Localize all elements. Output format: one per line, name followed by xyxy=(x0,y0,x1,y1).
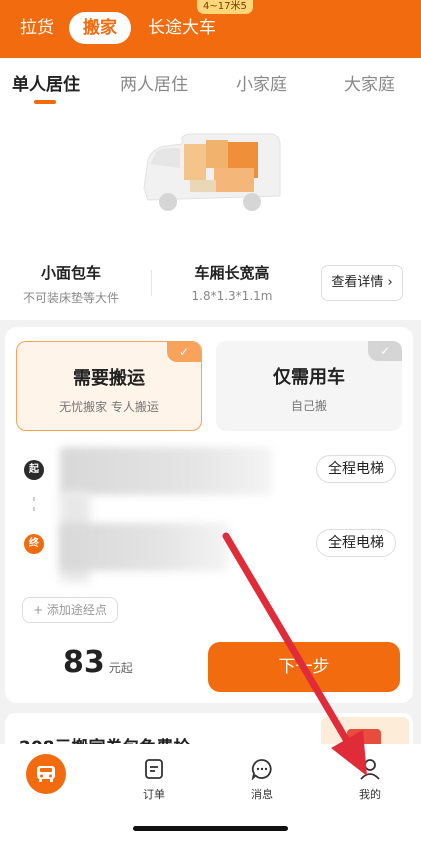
user-icon xyxy=(360,759,380,780)
tab-moving[interactable]: 搬家 xyxy=(69,12,131,44)
tab-long-distance[interactable]: 长途大车 xyxy=(148,12,216,44)
option-subtitle: 无忧搬家 专人搬运 xyxy=(59,400,159,414)
price-unit: 元起 xyxy=(108,661,133,675)
start-elevator-button[interactable]: 全程电梯 xyxy=(316,455,396,483)
tab-couple[interactable]: 两人居住 xyxy=(120,70,188,95)
start-address-input[interactable] xyxy=(60,447,272,495)
top-service-bar: 拉货 搬家 长途大车 4~17米5 xyxy=(0,0,421,58)
divider xyxy=(151,270,152,296)
order-card: ✓ 需要搬运 无忧搬家 专人搬运 ✓ 仅需用车 自己搬 起 终 全程电梯 全程电… xyxy=(5,327,413,703)
end-address-input[interactable] xyxy=(60,523,228,571)
end-marker-icon: 终 xyxy=(24,534,44,554)
vehicle-section: 小面包车 不可装床垫等大件 车厢长宽高 1.8*1.3*1.1m 查看详情 › xyxy=(0,108,421,320)
start-marker-icon: 起 xyxy=(24,460,44,480)
order-icon xyxy=(145,759,163,779)
nav-label: 我的 xyxy=(359,788,381,801)
nav-orders[interactable]: 订单 xyxy=(124,752,184,802)
view-details-button[interactable]: 查看详情 › xyxy=(321,265,403,301)
vehicle-type: 小面包车 不可装床垫等大件 xyxy=(12,262,130,306)
active-tab-indicator xyxy=(34,100,56,104)
price-amount: 83 xyxy=(63,645,105,680)
tab-large-family[interactable]: 大家庭 xyxy=(344,70,395,95)
nav-messages[interactable]: 消息 xyxy=(232,752,292,802)
tab-freight[interactable]: 拉货 xyxy=(20,12,54,44)
nav-label: 订单 xyxy=(143,788,165,801)
nav-home[interactable] xyxy=(16,752,76,800)
next-step-button[interactable]: 下一步 xyxy=(208,642,400,692)
nav-profile[interactable]: 我的 xyxy=(340,752,400,802)
nav-label: 消息 xyxy=(251,788,273,801)
check-icon: ✓ xyxy=(167,342,201,362)
message-icon xyxy=(251,759,272,780)
tab-single[interactable]: 单人居住 xyxy=(12,70,80,95)
option-need-carry[interactable]: ✓ 需要搬运 无忧搬家 专人搬运 xyxy=(16,341,202,431)
dimensions-title: 车厢长宽高 xyxy=(194,264,270,282)
option-vehicle-only[interactable]: ✓ 仅需用车 自己搬 xyxy=(216,341,402,431)
home-indicator xyxy=(133,826,288,831)
promo-badge: 4~17米5 xyxy=(197,0,253,14)
option-subtitle: 自己搬 xyxy=(290,399,327,413)
end-elevator-button[interactable]: 全程电梯 xyxy=(316,529,396,557)
option-title: 需要搬运 xyxy=(73,368,145,389)
tab-small-family[interactable]: 小家庭 xyxy=(236,70,287,95)
truck-icon xyxy=(26,754,66,794)
house-type-tabs: 单人居住 两人居住 小家庭 大家庭 xyxy=(0,58,421,108)
route-dot xyxy=(33,497,35,501)
route-dot xyxy=(33,507,35,511)
van-illustration xyxy=(143,133,281,211)
price-display: 83 元起 xyxy=(63,645,133,680)
add-stop-button[interactable]: + 添加途经点 xyxy=(22,597,118,623)
option-title: 仅需用车 xyxy=(273,367,345,388)
dimensions-value: 1.8*1.3*1.1m xyxy=(191,289,273,303)
check-icon: ✓ xyxy=(368,341,402,361)
vehicle-note: 不可装床垫等大件 xyxy=(22,291,119,305)
vehicle-dimensions: 车厢长宽高 1.8*1.3*1.1m xyxy=(170,262,294,303)
vehicle-name: 小面包车 xyxy=(40,264,101,282)
